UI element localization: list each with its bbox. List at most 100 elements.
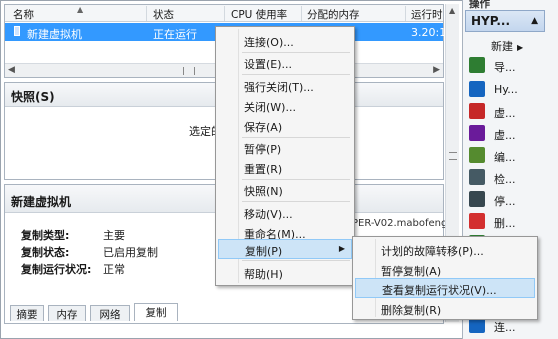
action-item[interactable]: 删...	[469, 212, 558, 232]
scroll-thumb[interactable]	[183, 67, 195, 75]
menu-item-label: 设置(E)...	[244, 58, 293, 71]
actions-host-header[interactable]: HYP... ▲	[465, 10, 545, 32]
sort-ascending-icon: ▲	[77, 5, 84, 14]
menu-item-move[interactable]: 移动(V)...	[218, 203, 352, 223]
tab-memory[interactable]: 内存	[48, 305, 86, 321]
vm-name: 新建虚拟机	[27, 28, 82, 41]
action-new[interactable]: 新建 ▶	[491, 38, 523, 54]
action-item[interactable]: 虚...	[469, 102, 558, 122]
replica-server-name: PER-V02.mabofeng.	[352, 218, 451, 229]
detail-replication-health: 复制运行状况: 正常	[21, 261, 125, 277]
submenu-item-remove-replication[interactable]: 删除复制(R)	[355, 299, 535, 319]
menu-item-label: 查看复制运行状况(V)...	[382, 284, 497, 297]
action-item-label: 导...	[494, 61, 516, 74]
menu-item-label: 强行关闭(T)...	[244, 81, 314, 94]
import-icon	[469, 57, 485, 73]
column-divider	[405, 6, 406, 21]
submenu-item-planned-failover[interactable]: 计划的故障转移(P)...	[355, 240, 535, 260]
vm-icon	[14, 26, 20, 36]
virtual-switch-icon	[469, 103, 485, 119]
detail-key: 复制状态:	[21, 246, 70, 259]
menu-item-reset[interactable]: 重置(R)	[218, 158, 352, 178]
action-item[interactable]: 检...	[469, 168, 558, 188]
detail-key: 复制运行状况:	[21, 263, 92, 276]
detail-replication-type: 复制类型: 主要	[21, 227, 125, 243]
menu-item-snapshot[interactable]: 快照(N)	[218, 180, 352, 200]
hyperv-settings-icon	[469, 81, 485, 97]
tab-replication[interactable]: 复制	[134, 303, 178, 321]
menu-item-help[interactable]: 帮助(H)	[218, 263, 352, 283]
detail-value: 主要	[103, 229, 125, 242]
menu-item-turn-off[interactable]: 强行关闭(T)...	[218, 76, 352, 96]
scroll-thumb[interactable]	[449, 152, 457, 160]
vm-state: 正在运行	[153, 28, 197, 41]
menu-item-save[interactable]: 保存(A)	[218, 116, 352, 136]
menu-item-label: 保存(A)	[244, 121, 283, 134]
detail-key: 复制类型:	[21, 229, 70, 242]
action-item[interactable]: 停...	[469, 190, 558, 210]
inspect-disk-icon	[469, 169, 485, 185]
replication-submenu[interactable]: 计划的故障转移(P)... 暂停复制(A) 查看复制运行状况(V)... 删除复…	[352, 236, 538, 320]
menu-item-connect[interactable]: 连接(O)...	[218, 31, 352, 51]
action-item[interactable]: 虚...	[469, 124, 558, 144]
scroll-right-icon[interactable]: ▶	[433, 65, 440, 75]
detail-replication-state: 复制状态: 已启用复制	[21, 244, 158, 260]
host-name: HYP...	[471, 14, 510, 28]
menu-separator	[242, 260, 350, 261]
scroll-up-icon[interactable]: ▲	[449, 6, 455, 15]
action-item-label: 停...	[494, 195, 516, 208]
action-item[interactable]: Hy...	[469, 80, 558, 100]
submenu-arrow-icon: ▶	[517, 43, 524, 52]
column-divider	[224, 6, 225, 21]
list-column-header: 名称 ▲ 状态 CPU 使用率 分配的内存 运行时	[5, 5, 443, 22]
menu-item-label: 快照(N)	[244, 185, 283, 198]
menu-item-label: 重置(R)	[244, 163, 283, 176]
column-uptime[interactable]: 运行时	[411, 7, 443, 22]
detail-value: 已启用复制	[103, 246, 158, 259]
tab-summary[interactable]: 摘要	[10, 305, 44, 321]
action-item-label: 检...	[494, 173, 516, 186]
action-item[interactable]: 编...	[469, 146, 558, 166]
menu-item-label: 删除复制(R)	[381, 304, 442, 317]
action-item-label: 虚...	[494, 129, 516, 142]
menu-item-pause[interactable]: 暂停(P)	[218, 138, 352, 158]
action-item-label: Hy...	[494, 83, 518, 96]
column-memory[interactable]: 分配的内存	[307, 7, 360, 22]
menu-item-shutdown[interactable]: 关闭(W)...	[218, 96, 352, 116]
column-divider	[301, 6, 302, 21]
column-divider	[146, 6, 147, 21]
menu-separator	[242, 74, 350, 75]
menu-item-replication[interactable]: 复制(P) ▶	[218, 239, 352, 259]
submenu-arrow-icon: ▶	[338, 244, 345, 253]
scroll-left-icon[interactable]: ◀	[8, 65, 15, 75]
action-item-label: 编...	[494, 151, 516, 164]
vm-context-menu[interactable]: 连接(O)... 设置(E)... 强行关闭(T)... 关闭(W)... 保存…	[215, 26, 355, 286]
submenu-item-view-replication-health[interactable]: 查看复制运行状况(V)...	[355, 278, 535, 298]
menu-item-label: 暂停(P)	[244, 143, 282, 156]
submenu-item-pause-replication[interactable]: 暂停复制(A)	[355, 260, 535, 280]
action-item-label: 虚...	[494, 107, 516, 120]
menu-item-label: 帮助(H)	[244, 268, 283, 281]
edit-disk-icon	[469, 147, 485, 163]
menu-item-label: 复制(P)	[245, 245, 283, 258]
column-cpu[interactable]: CPU 使用率	[231, 7, 287, 22]
stop-service-icon	[469, 191, 485, 207]
detail-value: 正常	[103, 263, 125, 276]
menu-separator	[242, 201, 350, 202]
menu-item-label: 暂停复制(A)	[381, 265, 442, 278]
delete-icon	[469, 213, 485, 229]
action-new-label: 新建	[491, 40, 513, 53]
menu-item-label: 连接(O)...	[244, 36, 294, 49]
action-item-label: 删...	[494, 217, 516, 230]
menu-item-label: 移动(V)...	[244, 208, 293, 221]
action-item-label: 连...	[494, 321, 516, 334]
menu-item-label: 计划的故障转移(P)...	[381, 245, 484, 258]
column-name[interactable]: 名称	[13, 7, 34, 22]
tab-network[interactable]: 网络	[90, 305, 130, 321]
menu-item-settings[interactable]: 设置(E)...	[218, 53, 352, 73]
menu-item-label: 关闭(W)...	[244, 101, 296, 114]
virtual-san-icon	[469, 125, 485, 141]
collapse-icon[interactable]: ▲	[531, 16, 538, 26]
column-state[interactable]: 状态	[153, 7, 174, 22]
action-item[interactable]: 导...	[469, 56, 558, 76]
